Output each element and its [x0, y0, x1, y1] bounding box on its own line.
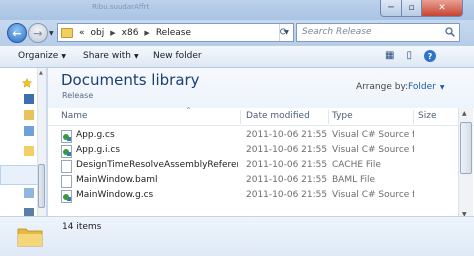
breadcrumb-separator[interactable]: ▶ — [144, 29, 149, 37]
folder-icon — [61, 27, 73, 38]
details-pane: 14 items — [0, 216, 474, 256]
breadcrumb-release[interactable]: Release — [156, 28, 191, 38]
file-type: CACHE File — [332, 160, 381, 170]
desktop-icon[interactable] — [24, 94, 34, 104]
organize-label: Organize — [18, 51, 59, 61]
recent-pages-dropdown[interactable]: ▼ — [49, 30, 54, 37]
library-subtitle: Release — [62, 91, 94, 100]
arrange-by-label: Arrange by: — [356, 82, 409, 92]
breadcrumb-overflow[interactable]: « — [79, 28, 85, 38]
minimize-button[interactable]: ─ — [380, 0, 402, 17]
column-divider[interactable] — [413, 110, 414, 124]
view-controls: ▦ ▯ ? — [385, 50, 436, 62]
refresh-button[interactable]: ⟳ — [276, 24, 292, 40]
library-title: Documents library — [61, 71, 200, 89]
nav-scroll-up-icon[interactable]: ▲ — [39, 70, 43, 76]
file-date-modified: 2011-10-06 21:55 — [246, 145, 328, 155]
downloads-icon[interactable] — [24, 110, 34, 120]
chevron-down-icon: ▼ — [133, 53, 139, 60]
file-type: BAML File — [332, 175, 376, 185]
file-date-modified: 2011-10-06 21:55 — [246, 175, 328, 185]
column-divider[interactable] — [240, 110, 241, 124]
share-with-button[interactable]: Share with ▼ — [83, 51, 139, 61]
breadcrumb-separator[interactable]: ▶ — [110, 29, 115, 37]
homegroup-icon[interactable] — [24, 188, 34, 198]
libraries-icon[interactable] — [24, 146, 34, 156]
navigation-bar: ← → ▼ « obj ▶ x86 ▶ Release ▼ ⟳ Search R… — [0, 20, 474, 46]
file-date-modified: 2011-10-06 21:55 — [246, 190, 328, 200]
sort-indicator-icon: ^ — [186, 107, 192, 114]
help-icon[interactable]: ? — [423, 50, 436, 62]
search-box[interactable]: Search Release — [296, 23, 460, 42]
preview-pane-icon[interactable]: ▯ — [406, 50, 412, 62]
file-name: App.g.cs — [76, 130, 115, 140]
column-divider[interactable] — [328, 110, 329, 124]
favorites-star-icon[interactable] — [22, 78, 32, 88]
column-headers: ^ Name Date modified Type Size — [48, 107, 474, 126]
chevron-down-icon: ▼ — [61, 53, 66, 60]
file-row[interactable]: App.g.i.cs 2011-10-06 21:55 Visual C# So… — [48, 144, 458, 159]
address-bar[interactable]: « obj ▶ x86 ▶ Release ▼ — [57, 23, 294, 42]
file-type: Visual C# Source f... — [332, 145, 414, 155]
generic-file-icon — [61, 160, 72, 173]
folder-icon — [17, 228, 43, 247]
file-date-modified: 2011-10-06 21:55 — [246, 160, 328, 170]
column-header-type[interactable]: Type — [332, 111, 353, 121]
close-button[interactable]: ✕ — [421, 0, 463, 17]
back-button[interactable]: ← — [7, 23, 27, 43]
file-name: DesignTimeResolveAssemblyReferencesI... — [76, 160, 238, 170]
organize-button[interactable]: Organize ▼ — [18, 51, 66, 61]
csharp-file-icon — [61, 130, 72, 143]
file-row[interactable]: App.g.cs 2011-10-06 21:55 Visual C# Sour… — [48, 129, 458, 144]
file-list-pane: Documents library Release Arrange by: Fo… — [48, 68, 474, 236]
background-window-title: Ribu.suudarAffrt — [92, 3, 150, 11]
file-row[interactable]: MainWindow.baml 2011-10-06 21:55 BAML Fi… — [48, 174, 458, 189]
generic-file-icon — [61, 175, 72, 188]
file-row[interactable]: MainWindow.g.cs 2011-10-06 21:55 Visual … — [48, 189, 458, 204]
csharp-file-icon — [61, 145, 72, 158]
file-name: MainWindow.g.cs — [76, 190, 154, 200]
new-folder-button[interactable]: New folder — [153, 51, 202, 61]
column-header-name[interactable]: Name — [61, 111, 88, 121]
scroll-up-icon[interactable]: ▲ — [462, 110, 467, 117]
chevron-down-icon: ▼ — [439, 84, 445, 91]
file-type: Visual C# Source f... — [332, 190, 414, 200]
column-header-date-modified[interactable]: Date modified — [246, 111, 310, 121]
file-name: MainWindow.baml — [76, 175, 158, 185]
file-date-modified: 2011-10-06 21:55 — [246, 130, 328, 140]
breadcrumb-x86[interactable]: x86 — [122, 28, 139, 38]
nav-pane-scroll-thumb[interactable] — [38, 164, 45, 208]
file-type: Visual C# Source f... — [332, 130, 414, 140]
arrange-by-value: Folder — [408, 82, 436, 92]
nav-pane-scrollbar[interactable] — [37, 68, 46, 236]
vertical-scroll-thumb[interactable] — [460, 122, 472, 174]
library-header: Documents library Release Arrange by: Fo… — [48, 68, 474, 108]
csharp-file-icon — [61, 190, 72, 203]
maximize-button[interactable]: ▫ — [401, 0, 422, 17]
search-input[interactable]: Search Release — [302, 27, 372, 37]
search-icon — [445, 27, 455, 37]
share-with-label: Share with — [83, 51, 131, 61]
file-name: App.g.i.cs — [76, 145, 121, 155]
arrange-by-dropdown[interactable]: Folder ▼ — [408, 82, 444, 92]
navigation-pane: ▲ ▼ — [0, 68, 47, 236]
title-bar: Ribu.suudarAffrt ─ ▫ ✕ — [0, 0, 474, 20]
item-count: 14 items — [62, 222, 102, 232]
recent-places-icon[interactable] — [24, 126, 34, 136]
forward-button[interactable]: → — [28, 23, 48, 43]
column-header-size[interactable]: Size — [418, 111, 436, 121]
command-bar: Organize ▼ Share with ▼ New folder ▦ ▯ ? — [0, 46, 474, 68]
change-view-icon[interactable]: ▦ — [385, 50, 394, 62]
file-row[interactable]: DesignTimeResolveAssemblyReferencesI... … — [48, 159, 458, 174]
breadcrumb-obj[interactable]: obj — [91, 28, 105, 38]
